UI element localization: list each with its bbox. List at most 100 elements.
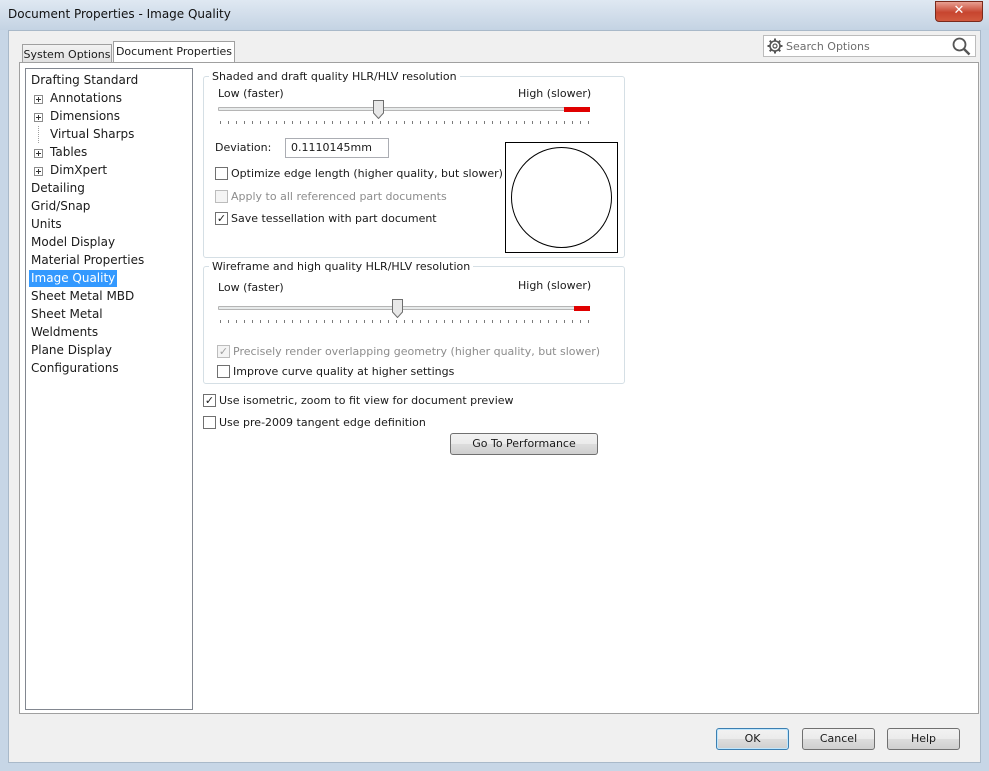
- pre2009-checkbox[interactable]: [203, 416, 216, 429]
- improve-curve-label: Improve curve quality at higher settings: [233, 365, 455, 378]
- slider-tick: [452, 320, 453, 323]
- slider-tick: [428, 320, 429, 323]
- slider-tick: [532, 320, 533, 323]
- slider-tick: [412, 320, 413, 323]
- wireframe-slider-high-zone: [574, 306, 590, 311]
- tab-document-properties[interactable]: Document Properties: [113, 41, 235, 63]
- tree-item-material-properties[interactable]: Material Properties: [29, 252, 146, 269]
- tree-item-virtual-sharps[interactable]: Virtual Sharps: [48, 126, 136, 143]
- slider-tick: [580, 320, 581, 323]
- improve-curve-checkbox[interactable]: [217, 365, 230, 378]
- cancel-button[interactable]: Cancel: [802, 728, 875, 750]
- shaded-slider-ticks: [220, 121, 590, 126]
- shaded-low-label: Low (faster): [218, 87, 284, 100]
- tree-item-sheet-metal[interactable]: Sheet Metal: [29, 306, 105, 323]
- deviation-input[interactable]: 0.1110145mm: [285, 138, 389, 158]
- tree-expand-icon[interactable]: [34, 149, 43, 158]
- slider-tick: [492, 320, 493, 323]
- slider-tick: [476, 320, 477, 323]
- tree-expand-icon[interactable]: [34, 113, 43, 122]
- tessellation-preview: [505, 142, 618, 253]
- slider-tick: [428, 121, 429, 124]
- slider-tick: [436, 121, 437, 124]
- slider-tick: [268, 320, 269, 323]
- slider-tick: [372, 121, 373, 124]
- precise-render-label: Precisely render overlapping geometry (h…: [233, 345, 601, 358]
- shaded-slider-thumb[interactable]: [372, 100, 384, 119]
- pre2009-label: Use pre-2009 tangent edge definition: [219, 416, 426, 429]
- slider-tick: [540, 121, 541, 124]
- save-tessellation-checkbox[interactable]: ✓: [215, 212, 228, 225]
- tree-item-dimensions[interactable]: Dimensions: [48, 108, 122, 125]
- tree-item-annotations[interactable]: Annotations: [48, 90, 124, 107]
- go-to-performance-button[interactable]: Go To Performance: [450, 433, 598, 455]
- gear-icon[interactable]: [767, 38, 783, 54]
- shaded-slider[interactable]: [218, 107, 590, 112]
- precise-render-checkbox[interactable]: ✓: [217, 345, 230, 358]
- slider-tick: [516, 121, 517, 124]
- preview-circle: [511, 147, 612, 248]
- ok-button[interactable]: OK: [716, 728, 789, 750]
- tree-item-units[interactable]: Units: [29, 216, 64, 233]
- tree-item-model-display[interactable]: Model Display: [29, 234, 117, 251]
- close-button[interactable]: ✕: [935, 1, 983, 22]
- slider-tick: [324, 121, 325, 124]
- slider-tick: [468, 121, 469, 124]
- tree-item-weldments[interactable]: Weldments: [29, 324, 100, 341]
- slider-tick: [412, 121, 413, 124]
- slider-tick: [388, 320, 389, 323]
- slider-tick: [356, 320, 357, 323]
- save-tessellation-label: Save tessellation with part document: [231, 212, 437, 225]
- tree-expand-icon[interactable]: [34, 95, 43, 104]
- search-placeholder: Search Options: [786, 40, 870, 53]
- shaded-high-label: High (slower): [518, 87, 592, 100]
- tab-system-options[interactable]: System Options: [22, 44, 112, 63]
- slider-tick: [564, 121, 565, 124]
- slider-tick: [492, 121, 493, 124]
- slider-tick: [556, 121, 557, 124]
- search-input[interactable]: Search Options: [763, 35, 976, 57]
- tree-expand-icon[interactable]: [34, 167, 43, 176]
- slider-tick: [516, 320, 517, 323]
- shaded-slider-high-zone: [564, 107, 590, 112]
- slider-tick: [420, 121, 421, 124]
- slider-tick: [316, 320, 317, 323]
- apply-referenced-checkbox[interactable]: [215, 190, 228, 203]
- search-icon[interactable]: [952, 37, 971, 56]
- tree-item-detailing[interactable]: Detailing: [29, 180, 87, 197]
- optimize-edge-label: Optimize edge length (higher quality, bu…: [231, 167, 503, 180]
- slider-tick: [452, 121, 453, 124]
- tree-item-dimxpert[interactable]: DimXpert: [48, 162, 109, 179]
- slider-tick: [348, 121, 349, 124]
- wireframe-slider[interactable]: [218, 306, 590, 311]
- slider-tick: [308, 121, 309, 124]
- slider-tick: [468, 320, 469, 323]
- slider-tick: [260, 320, 261, 323]
- tree-item-drafting-standard[interactable]: Drafting Standard: [29, 72, 140, 89]
- wireframe-group-title: Wireframe and high quality HLR/HLV resol…: [209, 260, 474, 273]
- slider-tick: [540, 320, 541, 323]
- tree-item-plane-display[interactable]: Plane Display: [29, 342, 114, 359]
- slider-tick: [340, 320, 341, 323]
- slider-tick: [300, 320, 301, 323]
- tree-item-sheet-metal-mbd[interactable]: Sheet Metal MBD: [29, 288, 136, 305]
- slider-tick: [388, 121, 389, 124]
- wireframe-slider-thumb[interactable]: [391, 299, 403, 318]
- slider-tick: [348, 320, 349, 323]
- help-button[interactable]: Help: [887, 728, 960, 750]
- slider-tick: [244, 121, 245, 124]
- slider-tick: [364, 320, 365, 323]
- slider-tick: [220, 121, 221, 124]
- tree-item-grid-snap[interactable]: Grid/Snap: [29, 198, 92, 215]
- optimize-edge-checkbox[interactable]: [215, 167, 228, 180]
- tree-item-configurations[interactable]: Configurations: [29, 360, 121, 377]
- tree-item-tables[interactable]: Tables: [48, 144, 89, 161]
- slider-tick: [460, 320, 461, 323]
- slider-tick: [420, 320, 421, 323]
- slider-tick: [572, 320, 573, 323]
- tree-item-image-quality[interactable]: Image Quality: [29, 270, 118, 287]
- slider-tick: [548, 121, 549, 124]
- slider-tick: [564, 320, 565, 323]
- wireframe-slider-track: [218, 306, 590, 310]
- isometric-checkbox[interactable]: ✓: [203, 394, 216, 407]
